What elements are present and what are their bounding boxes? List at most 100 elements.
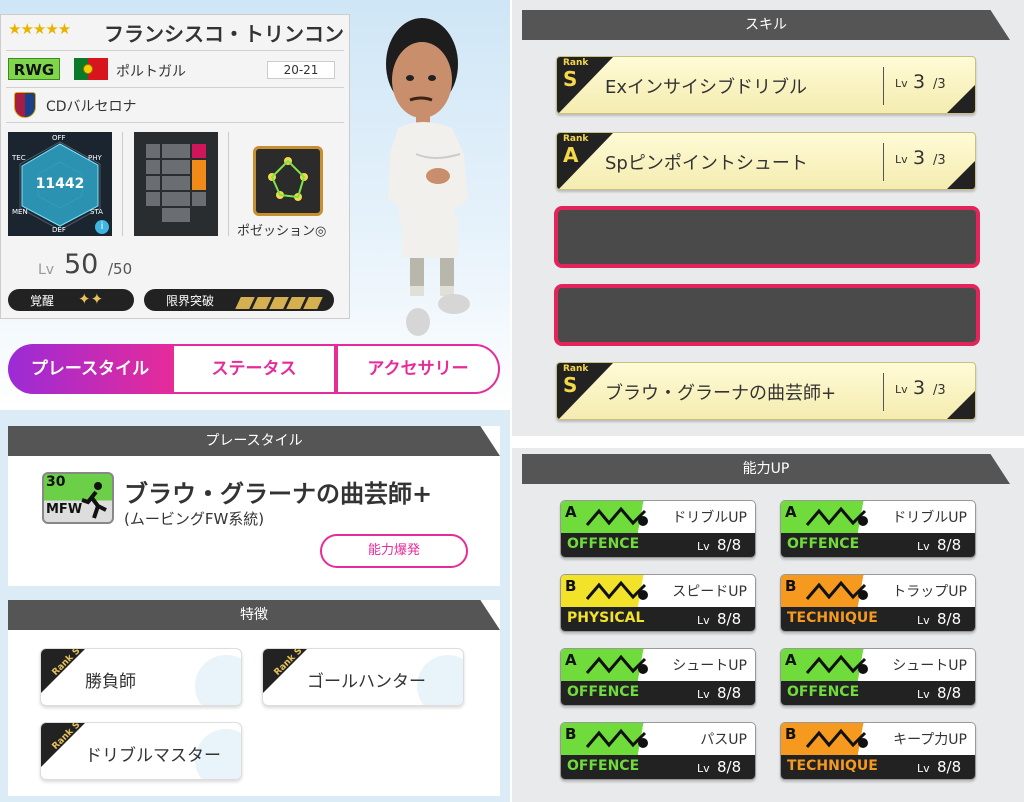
ability-up-card[interactable]: B パスUP OFFENCE Lv 8/8 (560, 722, 756, 780)
traits-header: 特徴 (8, 600, 500, 630)
ability-category: TECHNIQUE (787, 610, 878, 626)
ability-up-card[interactable]: A ドリブルUP OFFENCE Lv 8/8 (780, 500, 976, 558)
skill-name: ブラウ・グラーナの曲芸師+ (605, 383, 837, 404)
trait-label: ドリブルマスター (85, 746, 221, 766)
ability-up-card[interactable]: A シュートUP OFFENCE Lv 8/8 (780, 648, 976, 706)
ability-level: 8/8 (937, 610, 962, 628)
ability-level: 8/8 (937, 684, 962, 702)
rank-letter: A (785, 651, 797, 669)
skill-level: 3 (913, 71, 926, 93)
ability-name: ドリブルUP (892, 510, 967, 526)
ability-up-header: 能力UP (522, 454, 1010, 484)
ability-up-card[interactable]: B トラップUP TECHNIQUE Lv 8/8 (780, 574, 976, 632)
trait-card[interactable]: Rank S ゴールハンター (262, 648, 464, 706)
ability-category: OFFENCE (787, 536, 860, 552)
divider (228, 132, 229, 236)
lv-label: Lv (917, 688, 930, 701)
rank-letter: S (563, 67, 578, 91)
rank-letter: B (565, 577, 577, 595)
playstyle-title: ブラウ・グラーナの曲芸師+ (124, 480, 433, 508)
divider (883, 373, 884, 411)
playstyle-header: プレースタイル (8, 426, 500, 456)
ability-burst-button[interactable]: 能力爆発 (320, 534, 468, 568)
ability-category: OFFENCE (567, 536, 640, 552)
lv-label: Lv (895, 383, 908, 396)
skill-level-max: /3 (933, 77, 946, 92)
divider (512, 436, 1024, 448)
skill-level: 3 (913, 377, 926, 399)
possession-label: ポゼッション◎ (237, 224, 327, 239)
level-value: 50 (64, 249, 99, 280)
tab-status[interactable]: ステータス (172, 344, 336, 394)
skill-level-max: /3 (933, 383, 946, 398)
skill-card[interactable]: Rank A Spピンポイントシュート Lv 3 /3 (556, 132, 976, 190)
skill-level-max: /3 (933, 153, 946, 168)
rank-letter: A (785, 503, 797, 521)
lv-label: Lv (895, 77, 908, 90)
corner-mark (947, 391, 975, 419)
ability-level: 8/8 (717, 758, 742, 776)
rank-letter: S (563, 373, 578, 397)
lv-label: Lv (895, 153, 908, 166)
ability-level: 8/8 (937, 758, 962, 776)
ability-name: パスUP (700, 732, 747, 748)
playstyle-subtitle: (ムービングFW系統) (124, 510, 265, 528)
player-avatar (380, 4, 506, 340)
divider (6, 87, 344, 88)
ability-category: OFFENCE (787, 684, 860, 700)
rank-letter: B (785, 577, 797, 595)
trait-label: 勝負師 (85, 672, 136, 692)
skill-card[interactable]: Rank S Exインサイシブドリブル Lv 3 /3 (556, 56, 976, 114)
radar-label-sta: STA (90, 208, 103, 216)
level-label: Lv (38, 262, 55, 278)
club-crest-icon (14, 92, 36, 118)
divider (6, 122, 344, 123)
ability-level: 8/8 (717, 536, 742, 554)
season-badge: 20-21 (267, 61, 335, 79)
lv-label: Lv (917, 762, 930, 775)
ability-up-card[interactable]: A シュートUP OFFENCE Lv 8/8 (560, 648, 756, 706)
playstyle-level: 30 (46, 474, 66, 490)
skill-name: Exインサイシブドリブル (605, 77, 808, 98)
rank-letter: A (565, 651, 577, 669)
radar-label-def: DEF (52, 226, 66, 234)
lv-label: Lv (917, 614, 930, 627)
radar-total-value: 11442 (35, 176, 85, 192)
empty-skill-slot[interactable] (554, 206, 980, 268)
divider (883, 143, 884, 181)
ability-up-card[interactable]: A ドリブルUP OFFENCE Lv 8/8 (560, 500, 756, 558)
limit-break-label: 限界突破 (166, 294, 215, 308)
pass-icon (585, 728, 648, 748)
ability-name: シュートUP (892, 658, 967, 674)
lv-label: Lv (697, 688, 710, 701)
info-icon[interactable]: i (95, 220, 109, 234)
skills-header: スキル (522, 10, 1010, 40)
ability-up-card[interactable]: B キープ力UP TECHNIQUE Lv 8/8 (780, 722, 976, 780)
awaken-bar (8, 289, 134, 311)
soccer-ball-icon (195, 655, 241, 705)
ability-level: 8/8 (717, 610, 742, 628)
lv-label: Lv (697, 614, 710, 627)
lv-label: Lv (697, 540, 710, 553)
possession-tactic-icon[interactable] (253, 146, 323, 216)
tab-accessory[interactable]: アクセサリー (336, 344, 500, 394)
trait-card[interactable]: Rank S ドリブルマスター (40, 722, 242, 780)
trait-card[interactable]: Rank S 勝負師 (40, 648, 242, 706)
ability-name: シュートUP (672, 658, 747, 674)
divider (510, 0, 512, 802)
lv-label: Lv (697, 762, 710, 775)
ability-up-card[interactable]: B スピードUP PHYSICAL Lv 8/8 (560, 574, 756, 632)
lv-label: Lv (917, 540, 930, 553)
ability-name: ドリブルUP (672, 510, 747, 526)
keep-icon (805, 728, 868, 748)
skill-card[interactable]: Rank S ブラウ・グラーナの曲芸師+ Lv 3 /3 (556, 362, 976, 420)
tab-playstyle[interactable]: プレースタイル (8, 344, 172, 394)
shoot-icon (585, 654, 648, 674)
radar-label-off: OFF (52, 134, 66, 142)
ability-category: OFFENCE (567, 684, 640, 700)
rank-letter: B (785, 725, 797, 743)
skill-name: Spピンポイントシュート (605, 153, 808, 174)
empty-skill-slot[interactable] (554, 284, 980, 346)
playstyle-position: MFW (46, 502, 83, 517)
position-aptitude-grid[interactable] (134, 132, 218, 236)
